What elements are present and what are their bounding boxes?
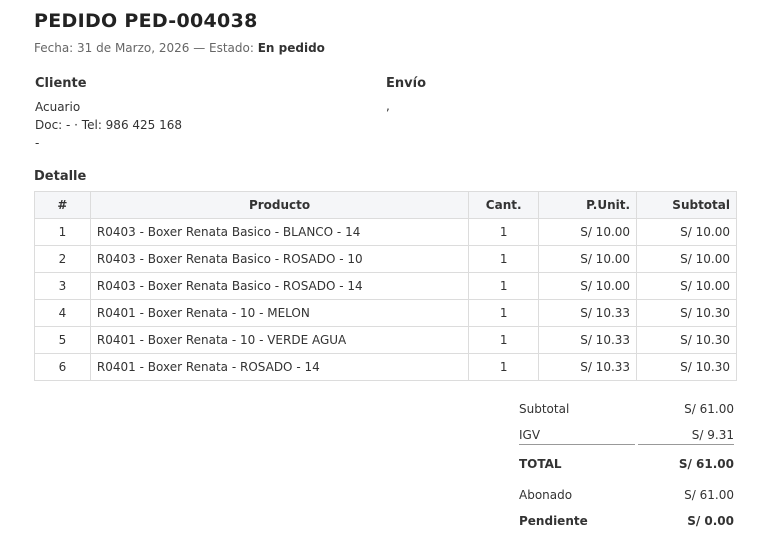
order-title: PEDIDO PED-004038 bbox=[34, 10, 258, 32]
row-subtotal: S/ 10.30 bbox=[636, 326, 737, 354]
cliente-extra: - bbox=[35, 136, 40, 150]
row-subtotal: S/ 10.00 bbox=[636, 245, 737, 273]
detalle-table: # Producto Cant. P.Unit. Subtotal 1 R040… bbox=[34, 191, 737, 381]
row-producto: R0401 - Boxer Renata - ROSADO - 14 bbox=[89, 353, 470, 381]
cliente-name: Acuario bbox=[35, 100, 81, 114]
table-row: 2 R0403 - Boxer Renata Basico - ROSADO -… bbox=[34, 245, 737, 273]
row-producto: R0403 - Boxer Renata Basico - ROSADO - 1… bbox=[89, 272, 470, 300]
row-cantidad: 1 bbox=[468, 272, 540, 300]
row-precio-unitario: S/ 10.00 bbox=[538, 245, 638, 273]
row-number: 5 bbox=[34, 326, 91, 354]
table-header-row: # Producto Cant. P.Unit. Subtotal bbox=[34, 191, 737, 219]
table-row: 4 R0401 - Boxer Renata - 10 - MELON 1 S/… bbox=[34, 299, 737, 327]
table-row: 5 R0401 - Boxer Renata - 10 - VERDE AGUA… bbox=[34, 326, 737, 354]
totals-igv-value: S/ 9.31 bbox=[691, 428, 734, 442]
row-cantidad: 1 bbox=[468, 245, 540, 273]
row-subtotal: S/ 10.00 bbox=[636, 272, 737, 300]
row-producto: R0403 - Boxer Renata Basico - ROSADO - 1… bbox=[89, 245, 470, 273]
row-precio-unitario: S/ 10.00 bbox=[538, 272, 638, 300]
totals-pendiente-row: Pendiente S/ 0.00 bbox=[519, 511, 734, 531]
order-date: Fecha: 31 de Marzo, 2026 — Estado: bbox=[34, 41, 258, 55]
row-subtotal: S/ 10.30 bbox=[636, 299, 737, 327]
column-header-cantidad: Cant. bbox=[468, 191, 540, 219]
envio-heading: Envío bbox=[386, 76, 426, 91]
order-date-status: Fecha: 31 de Marzo, 2026 — Estado: En pe… bbox=[34, 41, 325, 55]
totals-divider bbox=[519, 444, 734, 445]
row-precio-unitario: S/ 10.33 bbox=[538, 326, 638, 354]
row-number: 3 bbox=[34, 272, 91, 300]
order-status: En pedido bbox=[257, 41, 325, 55]
totals-subtotal-label: Subtotal bbox=[519, 402, 570, 416]
totals-igv-label: IGV bbox=[519, 428, 541, 442]
totals-block: Subtotal S/ 61.00 IGV S/ 9.31 TOTAL S/ 6… bbox=[519, 399, 734, 531]
cliente-doc-tel: Doc: - · Tel: 986 425 168 bbox=[35, 118, 183, 132]
row-number: 2 bbox=[34, 245, 91, 273]
row-cantidad: 1 bbox=[468, 299, 540, 327]
totals-total-row: TOTAL S/ 61.00 bbox=[519, 454, 734, 474]
totals-abonado-row: Abonado S/ 61.00 bbox=[519, 485, 734, 505]
totals-igv-row: IGV S/ 9.31 bbox=[519, 425, 734, 445]
row-precio-unitario: S/ 10.00 bbox=[538, 218, 638, 246]
table-row: 3 R0403 - Boxer Renata Basico - ROSADO -… bbox=[34, 272, 737, 300]
column-header-precio-unitario: P.Unit. bbox=[538, 191, 638, 219]
row-number: 6 bbox=[34, 353, 91, 381]
totals-pendiente-label: Pendiente bbox=[519, 514, 588, 528]
detalle-heading: Detalle bbox=[34, 169, 87, 184]
row-producto: R0403 - Boxer Renata Basico - BLANCO - 1… bbox=[89, 218, 470, 246]
row-number: 1 bbox=[34, 218, 91, 246]
table-row: 1 R0403 - Boxer Renata Basico - BLANCO -… bbox=[34, 218, 737, 246]
row-subtotal: S/ 10.00 bbox=[636, 218, 737, 246]
row-number: 4 bbox=[34, 299, 91, 327]
row-subtotal: S/ 10.30 bbox=[636, 353, 737, 381]
row-cantidad: 1 bbox=[468, 326, 540, 354]
row-cantidad: 1 bbox=[468, 353, 540, 381]
totals-total-label: TOTAL bbox=[519, 457, 562, 471]
totals-abonado-label: Abonado bbox=[519, 488, 573, 502]
totals-abonado-value: S/ 61.00 bbox=[684, 488, 734, 502]
cliente-heading: Cliente bbox=[35, 76, 87, 91]
totals-total-value: S/ 61.00 bbox=[678, 457, 734, 471]
row-cantidad: 1 bbox=[468, 218, 540, 246]
totals-subtotal-row: Subtotal S/ 61.00 bbox=[519, 399, 734, 419]
row-producto: R0401 - Boxer Renata - 10 - MELON bbox=[89, 299, 470, 327]
envio-line: , bbox=[386, 99, 390, 113]
totals-subtotal-value: S/ 61.00 bbox=[684, 402, 734, 416]
column-header-number: # bbox=[34, 191, 91, 219]
row-precio-unitario: S/ 10.33 bbox=[538, 353, 638, 381]
totals-pendiente-value: S/ 0.00 bbox=[687, 514, 734, 528]
column-header-subtotal: Subtotal bbox=[636, 191, 737, 219]
table-row: 6 R0401 - Boxer Renata - ROSADO - 14 1 S… bbox=[34, 353, 737, 381]
row-precio-unitario: S/ 10.33 bbox=[538, 299, 638, 327]
row-producto: R0401 - Boxer Renata - 10 - VERDE AGUA bbox=[89, 326, 470, 354]
column-header-producto: Producto bbox=[89, 191, 470, 219]
